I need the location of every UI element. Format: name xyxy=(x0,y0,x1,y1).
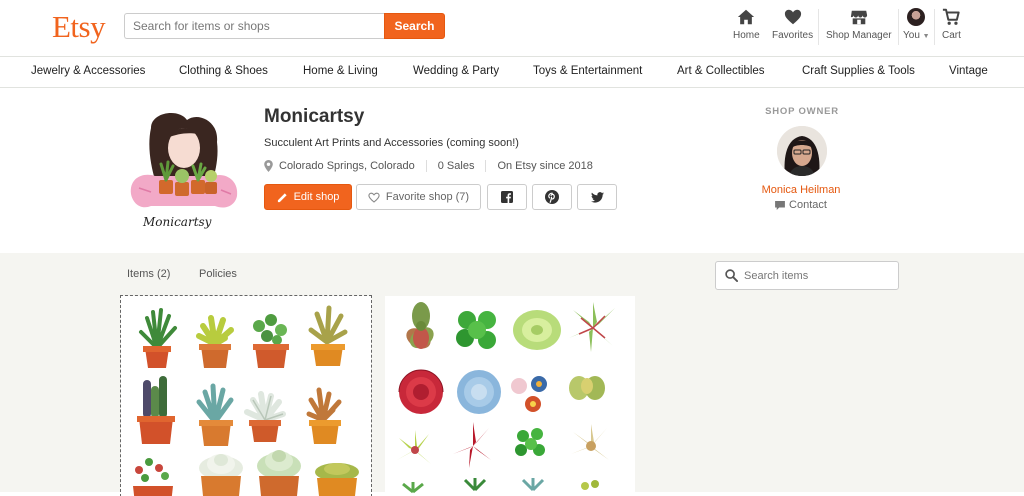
category-wedding[interactable]: Wedding & Party xyxy=(413,65,499,77)
divider xyxy=(898,9,899,45)
pinterest-icon xyxy=(545,190,559,204)
share-twitter-button[interactable] xyxy=(577,184,617,210)
svg-text:Monicartsy: Monicartsy xyxy=(142,215,212,229)
category-art[interactable]: Art & Collectibles xyxy=(677,65,765,77)
owner-name-link[interactable]: Monica Heilman xyxy=(740,184,862,196)
category-nav: Jewelry & Accessories Clothing & Shoes H… xyxy=(0,57,1024,88)
category-clothing[interactable]: Clothing & Shoes xyxy=(179,65,268,77)
nav-you-label: You ▼ xyxy=(903,30,930,41)
nav-shop-manager[interactable]: Shop Manager xyxy=(826,8,892,41)
shop-meta: Colorado Springs, Colorado 0 Sales On Et… xyxy=(264,160,593,172)
twitter-icon xyxy=(590,191,604,203)
cart-icon xyxy=(943,8,961,25)
shop-icon xyxy=(850,10,867,25)
heart-icon xyxy=(784,9,801,25)
divider xyxy=(425,160,427,172)
nav-shop-manager-label: Shop Manager xyxy=(826,30,892,41)
nav-you[interactable]: You ▼ xyxy=(903,8,930,41)
item-search-input[interactable] xyxy=(744,268,894,284)
search-input[interactable] xyxy=(124,13,384,39)
favorite-shop-label: Favorite shop (7) xyxy=(385,191,470,203)
search-icon xyxy=(725,269,738,282)
category-vintage[interactable]: Vintage xyxy=(949,65,988,77)
shop-location: Colorado Springs, Colorado xyxy=(279,160,415,172)
edit-shop-label: Edit shop xyxy=(293,191,340,203)
share-facebook-button[interactable] xyxy=(487,184,527,210)
category-toys[interactable]: Toys & Entertainment xyxy=(533,65,642,77)
category-craft[interactable]: Craft Supplies & Tools xyxy=(802,65,915,77)
owner-avatar[interactable] xyxy=(777,126,827,176)
nav-favorites[interactable]: Favorites xyxy=(772,8,813,41)
user-avatar xyxy=(907,8,926,26)
nav-home[interactable]: Home xyxy=(733,8,760,41)
site-header: Etsy Search Home Favorites Shop Manager … xyxy=(0,0,1024,57)
shop-logo: Monicartsy xyxy=(121,106,249,234)
shop-owner-label: SHOP OWNER xyxy=(765,106,839,117)
facebook-icon xyxy=(501,191,513,203)
category-jewelry[interactable]: Jewelry & Accessories xyxy=(31,65,145,77)
nav-cart-label: Cart xyxy=(942,30,961,41)
nav-home-label: Home xyxy=(733,30,760,41)
tab-policies[interactable]: Policies xyxy=(199,268,237,280)
location-pin-icon xyxy=(264,160,273,172)
listing-card[interactable] xyxy=(120,295,372,496)
shop-name: Monicartsy xyxy=(264,106,365,127)
chat-icon xyxy=(775,200,785,210)
listing-image xyxy=(385,296,635,496)
tab-items[interactable]: Items (2) xyxy=(127,268,170,280)
shop-sales[interactable]: 0 Sales xyxy=(438,160,475,172)
favorite-shop-button[interactable]: Favorite shop (7) xyxy=(356,184,481,210)
listing-image xyxy=(121,296,371,496)
contact-label: Contact xyxy=(789,199,827,211)
divider xyxy=(818,9,819,45)
shop-since: On Etsy since 2018 xyxy=(497,160,593,172)
item-search-box[interactable] xyxy=(715,261,899,290)
search-button[interactable]: Search xyxy=(384,13,445,39)
contact-owner-link[interactable]: Contact xyxy=(740,199,862,211)
etsy-logo[interactable]: Etsy xyxy=(52,9,106,45)
category-home-living[interactable]: Home & Living xyxy=(303,65,378,77)
share-pinterest-button[interactable] xyxy=(532,184,572,210)
caret-down-icon: ▼ xyxy=(922,33,930,40)
divider xyxy=(485,160,487,172)
shop-tagline: Succulent Art Prints and Accessories (co… xyxy=(264,137,519,149)
heart-outline-icon xyxy=(368,192,380,203)
nav-cart[interactable]: Cart xyxy=(942,8,961,41)
pencil-icon xyxy=(277,192,287,202)
home-icon xyxy=(738,9,755,25)
edit-shop-button[interactable]: Edit shop xyxy=(264,184,352,210)
listing-card[interactable] xyxy=(385,296,635,496)
divider xyxy=(934,9,935,45)
nav-favorites-label: Favorites xyxy=(772,30,814,41)
